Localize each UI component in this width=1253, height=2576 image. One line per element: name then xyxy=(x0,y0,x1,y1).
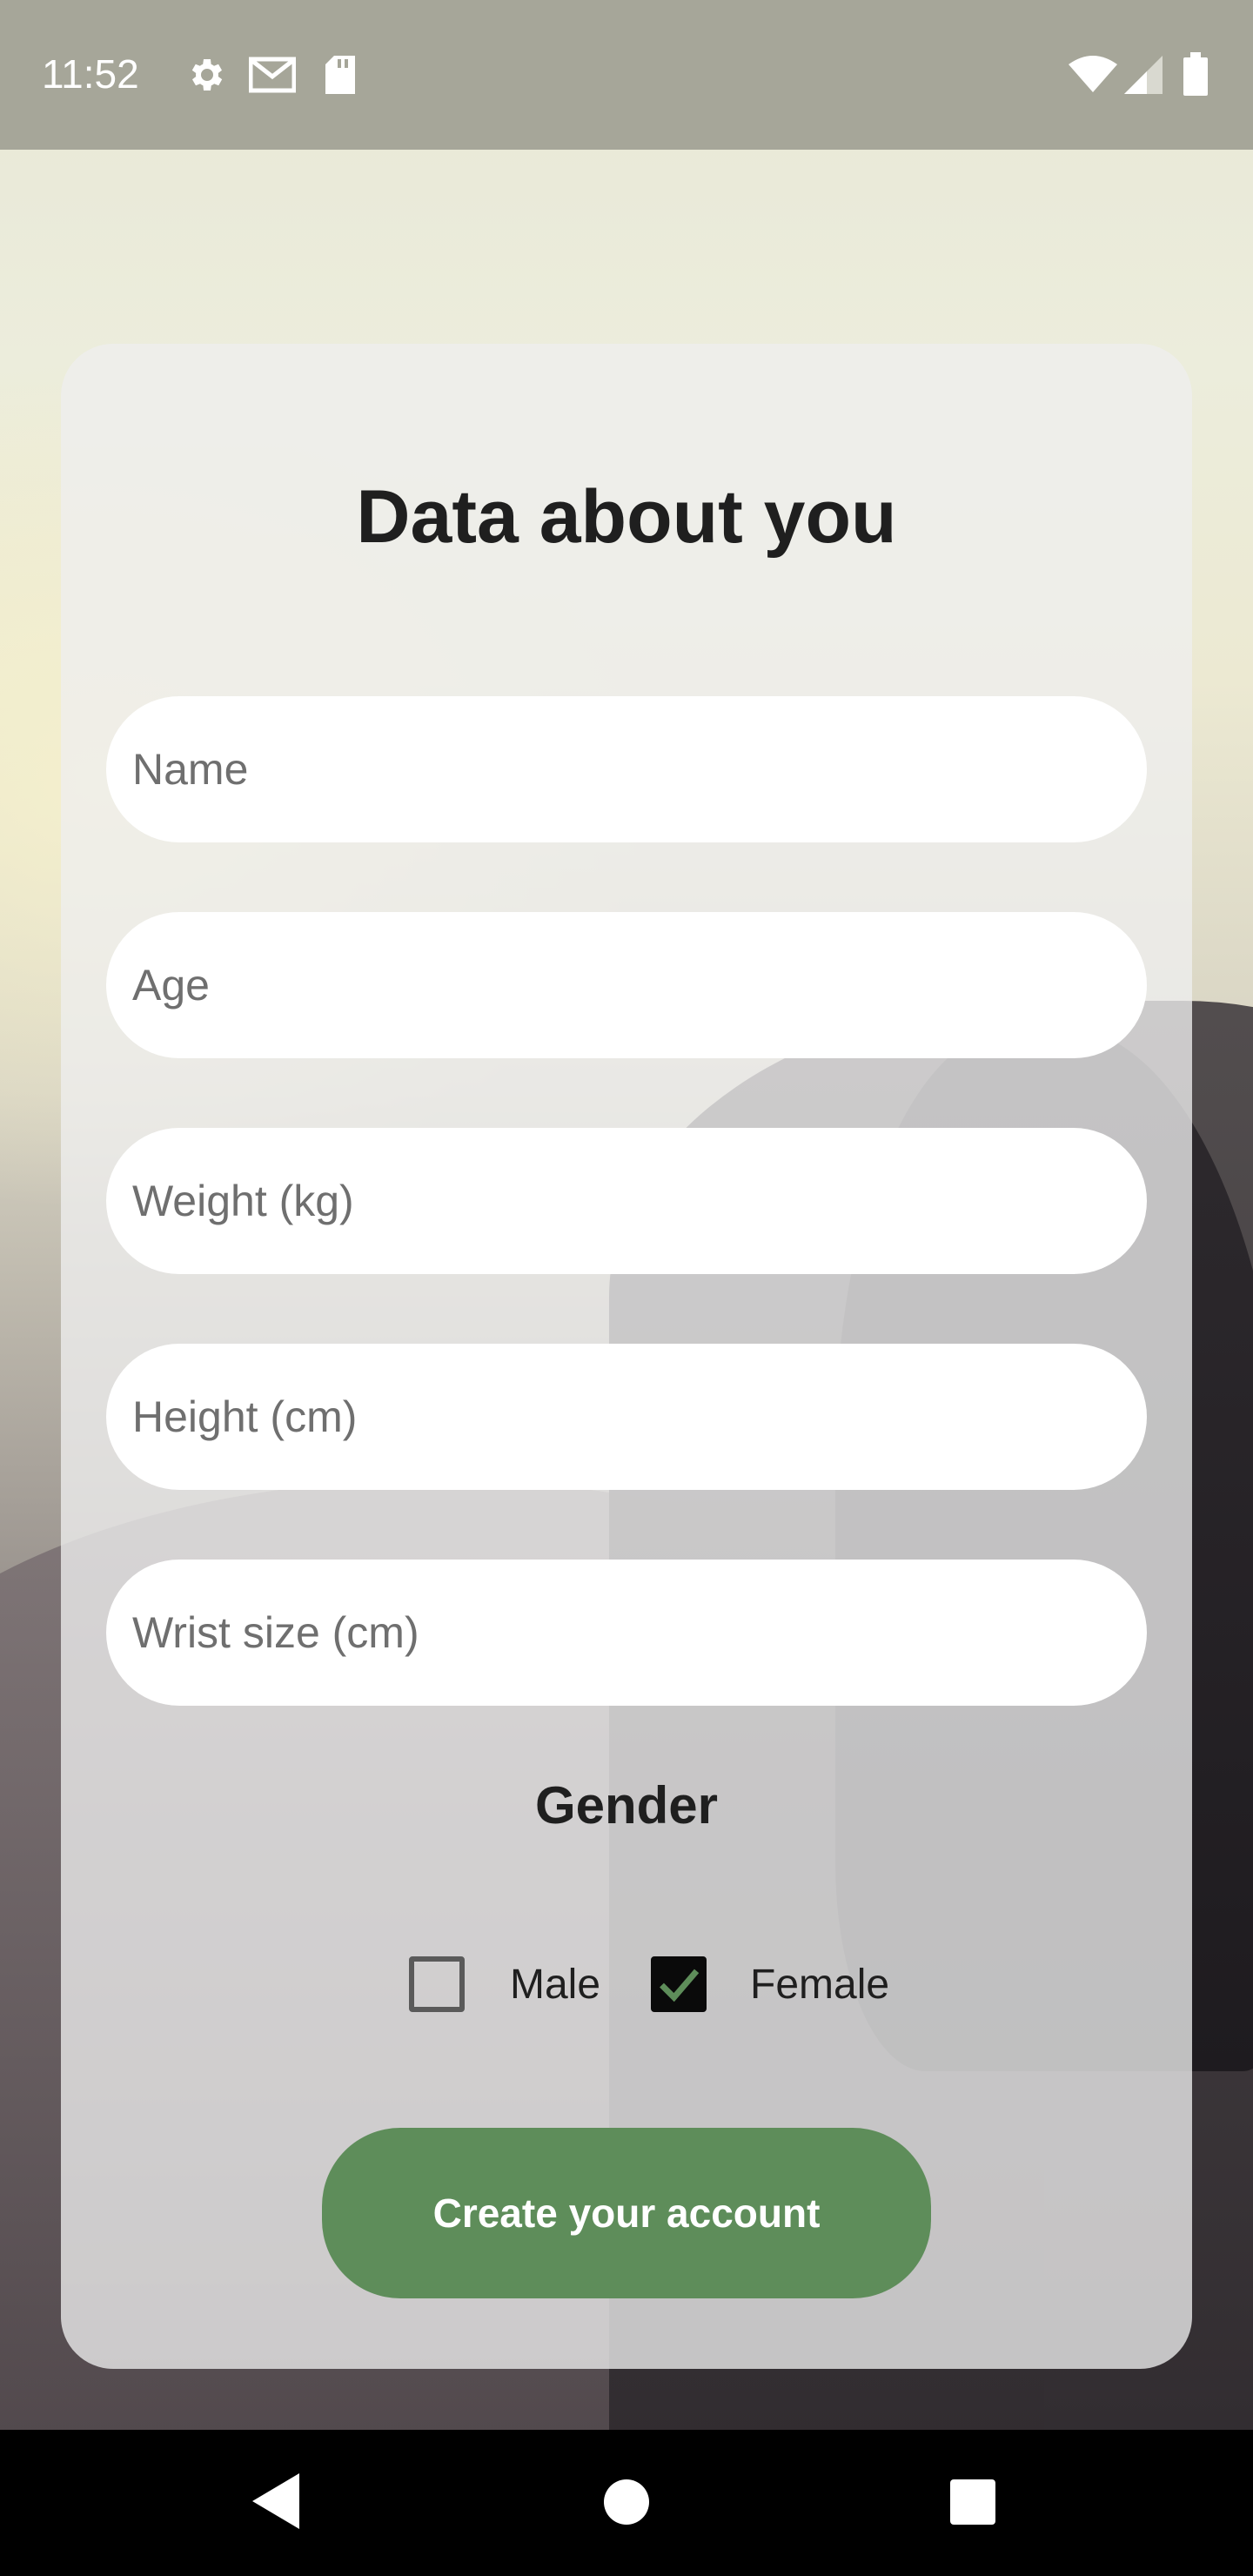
status-bar: 11:52 xyxy=(0,0,1253,150)
navigation-bar xyxy=(0,2430,1253,2576)
create-account-button[interactable]: Create your account xyxy=(322,2128,931,2298)
wrist-size-field[interactable] xyxy=(106,1560,1147,1706)
signup-card: Data about you Gender Male Female Create… xyxy=(61,344,1192,2369)
name-field[interactable] xyxy=(106,696,1147,842)
sd-card-icon xyxy=(325,56,355,94)
male-checkbox[interactable] xyxy=(409,1956,465,2012)
status-time: 11:52 xyxy=(42,51,139,97)
weight-field[interactable] xyxy=(106,1128,1147,1274)
gear-icon xyxy=(191,59,223,91)
recents-icon[interactable] xyxy=(950,2479,995,2525)
signal-icon xyxy=(1124,56,1163,94)
female-checkbox[interactable] xyxy=(651,1956,707,2012)
gmail-icon xyxy=(249,57,296,93)
battery-icon xyxy=(1183,52,1208,96)
gender-label: Gender xyxy=(534,1776,719,1835)
male-label[interactable]: Male xyxy=(510,1961,600,2009)
height-field[interactable] xyxy=(106,1344,1147,1490)
wifi-icon xyxy=(1069,56,1117,92)
female-label[interactable]: Female xyxy=(750,1961,889,2009)
home-icon[interactable] xyxy=(604,2479,649,2525)
checkmark-icon xyxy=(660,1969,700,2002)
back-icon[interactable] xyxy=(252,2473,299,2529)
age-field[interactable] xyxy=(106,912,1147,1058)
page-title: Data about you xyxy=(356,475,897,559)
